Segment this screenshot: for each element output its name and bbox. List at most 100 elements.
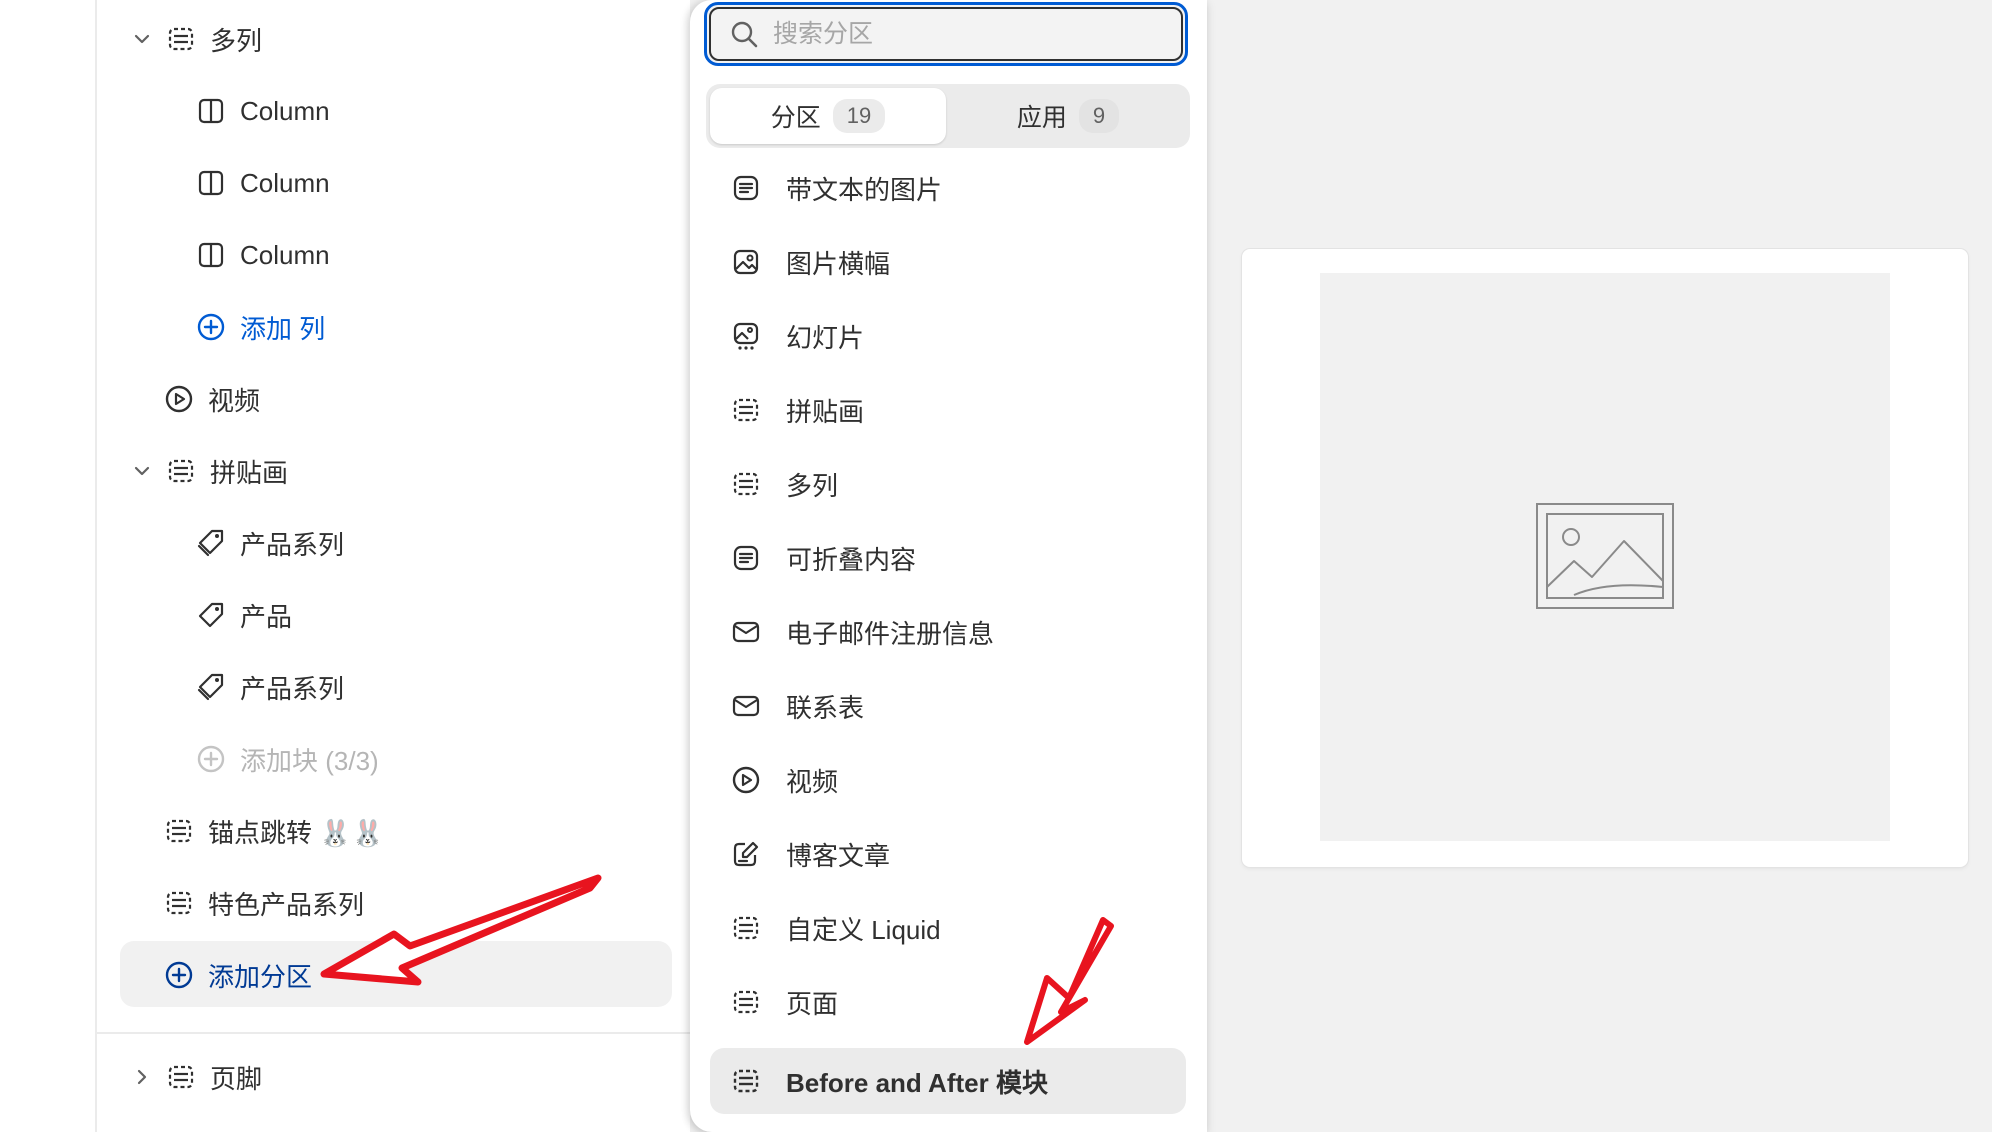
- email-icon: [730, 690, 762, 722]
- add-block-button-disabled: 添加块 (3/3): [196, 731, 379, 787]
- picker-item-email-signup[interactable]: 电子邮件注册信息: [710, 600, 1186, 664]
- text-block-icon: [730, 172, 762, 204]
- tree-label: 多列: [210, 25, 263, 56]
- picker-item-contact-form[interactable]: 联系表: [710, 674, 1186, 738]
- column-icon: [196, 168, 226, 198]
- picker-item-label: Before and After 模块: [786, 1067, 1048, 1098]
- tab-label: 分区: [770, 104, 821, 132]
- tree-label: Column: [240, 167, 330, 198]
- picker-item-image-with-text[interactable]: 带文本的图片: [710, 156, 1186, 220]
- tags-icon: [196, 528, 226, 558]
- column-icon: [196, 96, 226, 126]
- picker-item-label: 联系表: [786, 692, 865, 723]
- play-circle-icon: [730, 764, 762, 796]
- tree-section-footer[interactable]: 页脚: [130, 1049, 262, 1105]
- search-input[interactable]: [771, 18, 1155, 50]
- section-picker-popover: 分区 19 应用 9 带文本的图片 图片横幅 幻灯片 拼贴画: [690, 0, 1207, 1132]
- picker-item-slideshow[interactable]: 幻灯片: [710, 304, 1186, 368]
- text-block-icon: [730, 542, 762, 574]
- tree-label: 产品系列: [240, 529, 345, 560]
- tree-block-column[interactable]: Column: [196, 83, 330, 139]
- tree-label: 添加分区: [208, 961, 313, 992]
- tree-section-collage[interactable]: 拼贴画: [130, 443, 288, 499]
- chevron-right-icon[interactable]: [130, 1065, 154, 1089]
- tree-label: 添加 列: [240, 313, 326, 344]
- slideshow-icon: [730, 320, 762, 352]
- section-icon: [166, 456, 196, 486]
- tree-label: 特色产品系列: [208, 889, 365, 920]
- tree-section-featured-collection[interactable]: 特色产品系列: [164, 875, 364, 931]
- picker-item-label: 拼贴画: [786, 396, 865, 427]
- tree-label: 锚点跳转 🐰🐰: [208, 817, 384, 848]
- tag-icon: [196, 600, 226, 630]
- add-section-button[interactable]: 添加分区: [164, 947, 312, 1003]
- chevron-down-icon[interactable]: [130, 459, 154, 483]
- section-tree-panel: 多列 Column Column Column 添加 列 视频 拼贴画 产品系列…: [0, 0, 690, 1132]
- column-icon: [196, 240, 226, 270]
- search-icon: [727, 17, 761, 51]
- picker-item-label: 可折叠内容: [786, 544, 917, 575]
- picker-item-label: 页面: [786, 988, 839, 1019]
- tree-section-multicolumn[interactable]: 多列: [130, 11, 262, 67]
- plus-circle-icon: [196, 312, 226, 342]
- picker-item-label: 图片横幅: [786, 248, 891, 279]
- picker-item-label: 带文本的图片: [786, 174, 943, 205]
- tree-label: 页脚: [210, 1063, 263, 1094]
- picker-tabs: 分区 19 应用 9: [706, 84, 1190, 148]
- count-badge: 19: [832, 99, 886, 133]
- tree-block-product[interactable]: 产品: [196, 587, 292, 643]
- edit-document-icon: [730, 838, 762, 870]
- picker-item-label: 博客文章: [786, 840, 891, 871]
- picker-item-label: 自定义 Liquid: [786, 914, 941, 945]
- tree-block-collection[interactable]: 产品系列: [196, 659, 344, 715]
- picker-item-blog-posts[interactable]: 博客文章: [710, 822, 1186, 886]
- tree-label: 产品系列: [240, 673, 345, 704]
- picker-item-label: 电子邮件注册信息: [786, 618, 995, 649]
- play-circle-icon: [164, 384, 194, 414]
- tab-sections[interactable]: 分区 19: [710, 88, 946, 144]
- section-icon: [164, 888, 194, 918]
- footer-divider: [97, 1032, 690, 1034]
- picker-item-collapsible-content[interactable]: 可折叠内容: [710, 526, 1186, 590]
- chevron-down-icon[interactable]: [130, 27, 154, 51]
- tags-icon: [196, 672, 226, 702]
- picker-item-label: 多列: [786, 470, 839, 501]
- tree-label: 添加块 (3/3): [240, 745, 379, 776]
- tree-label: 拼贴画: [210, 457, 289, 488]
- tree-block-column[interactable]: Column: [196, 227, 330, 283]
- section-icon: [730, 986, 762, 1018]
- count-badge: 9: [1078, 99, 1120, 133]
- sidebar-divider: [95, 0, 97, 1132]
- tree-section-video[interactable]: 视频: [164, 371, 260, 427]
- section-icon: [730, 912, 762, 944]
- tab-label: 应用: [1016, 104, 1067, 132]
- preview-image-area: [1320, 273, 1890, 841]
- picker-item-label: 幻灯片: [786, 322, 865, 353]
- picker-item-multicolumn[interactable]: 多列: [710, 452, 1186, 516]
- picker-item-label: 视频: [786, 766, 839, 797]
- picker-item-video[interactable]: 视频: [710, 748, 1186, 812]
- section-icon: [730, 468, 762, 500]
- search-field[interactable]: [704, 2, 1188, 66]
- picker-item-before-after[interactable]: Before and After 模块: [710, 1048, 1186, 1114]
- picker-item-collage[interactable]: 拼贴画: [710, 378, 1186, 442]
- picker-item-page[interactable]: 页面: [710, 970, 1186, 1034]
- tree-block-collection[interactable]: 产品系列: [196, 515, 344, 571]
- tab-apps[interactable]: 应用 9: [950, 88, 1186, 144]
- add-column-button[interactable]: 添加 列: [196, 299, 325, 355]
- tree-label: Column: [240, 239, 330, 270]
- section-icon: [730, 394, 762, 426]
- tree-label: Column: [240, 95, 330, 126]
- tree-section-anchor-jump[interactable]: 锚点跳转 🐰🐰: [164, 803, 384, 859]
- tree-block-column[interactable]: Column: [196, 155, 330, 211]
- image-icon: [730, 246, 762, 278]
- picker-item-custom-liquid[interactable]: 自定义 Liquid: [710, 896, 1186, 960]
- section-icon: [166, 1062, 196, 1092]
- plus-circle-icon: [196, 744, 226, 774]
- section-preview-card: [1242, 249, 1968, 867]
- section-icon: [730, 1065, 762, 1097]
- plus-circle-icon: [164, 960, 194, 990]
- tree-label: 视频: [208, 385, 261, 416]
- section-icon: [166, 24, 196, 54]
- picker-item-image-banner[interactable]: 图片横幅: [710, 230, 1186, 294]
